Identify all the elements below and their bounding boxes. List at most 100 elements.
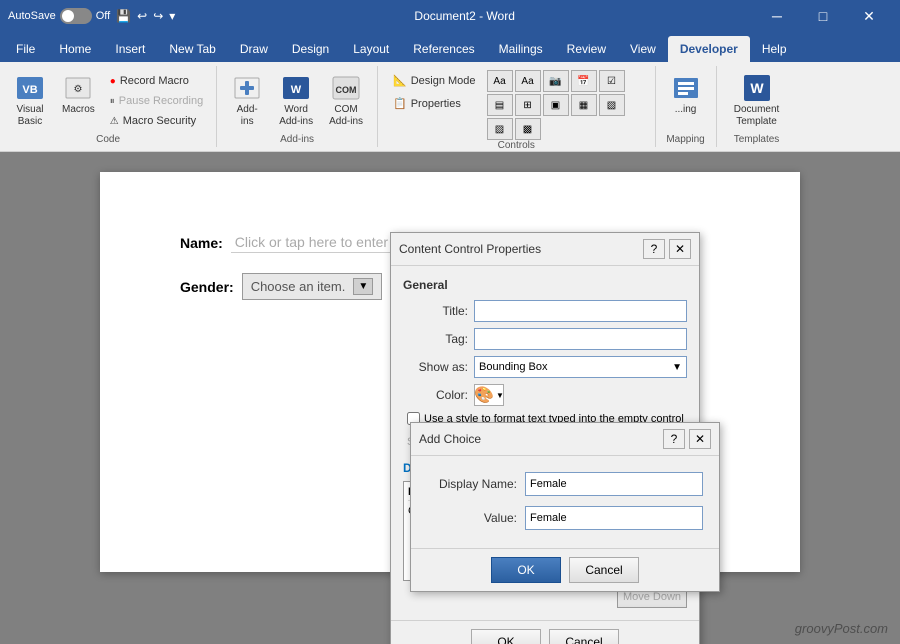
svg-text:COM: COM <box>336 85 357 95</box>
display-name-input[interactable] <box>525 472 703 496</box>
toggle-knob <box>62 10 74 22</box>
watermark: groovyPost.com <box>795 621 888 636</box>
undo-icon[interactable]: ↩ <box>137 9 147 23</box>
design-mode-button[interactable]: 📐 Design Mode <box>386 70 483 91</box>
show-as-arrow: ▼ <box>672 362 682 373</box>
pause-recording-button[interactable]: ⏸ Pause Recording <box>105 92 208 110</box>
color-picker-button[interactable]: 🎨 ▼ <box>474 384 504 406</box>
com-addins-icon: COM <box>330 72 362 104</box>
tab-developer[interactable]: Developer <box>668 36 750 62</box>
title-field-input[interactable] <box>474 300 687 322</box>
macro-options: ● Record Macro ⏸ Pause Recording ⚠ Macro… <box>105 68 208 130</box>
ccp-close-button[interactable]: ✕ <box>669 239 691 259</box>
value-input[interactable] <box>525 506 703 530</box>
tab-view[interactable]: View <box>618 36 668 62</box>
control-btn-10[interactable]: ▧ <box>599 94 625 116</box>
redo-icon[interactable]: ↪ <box>153 9 163 23</box>
control-btn-9[interactable]: ▦ <box>571 94 597 116</box>
value-row: Value: <box>427 506 703 530</box>
control-btn-2[interactable]: Aa <box>515 70 541 92</box>
pause-icon: ⏸ <box>110 96 115 107</box>
com-addins-label: COMAdd-ins <box>329 104 363 128</box>
show-as-select[interactable]: Bounding Box ▼ <box>474 356 687 378</box>
properties-label: Properties <box>411 98 461 110</box>
ccp-ok-button[interactable]: OK <box>471 629 541 644</box>
general-section-label: General <box>403 278 687 292</box>
mapping-content: ...ing <box>664 66 708 134</box>
com-addins-button[interactable]: COM COMAdd-ins <box>323 68 369 132</box>
title-row: Title: <box>403 300 687 322</box>
autosave-toggle[interactable] <box>60 8 92 24</box>
pause-recording-label: Pause Recording <box>119 95 203 107</box>
tab-draw[interactable]: Draw <box>228 36 280 62</box>
mapping-button[interactable]: ...ing <box>664 68 708 120</box>
ac-close-button[interactable]: ✕ <box>689 429 711 449</box>
visual-basic-icon: VB <box>14 72 46 104</box>
code-group-label: Code <box>96 134 120 147</box>
mapping-icon <box>670 72 702 104</box>
record-macro-button[interactable]: ● Record Macro <box>105 72 208 90</box>
control-btn-12[interactable]: ▩ <box>515 118 541 140</box>
tab-new-tab[interactable]: New Tab <box>157 36 227 62</box>
tab-help[interactable]: Help <box>750 36 799 62</box>
tab-references[interactable]: References <box>401 36 486 62</box>
customize-icon[interactable]: ▾ <box>169 9 175 23</box>
tab-mailings[interactable]: Mailings <box>487 36 555 62</box>
properties-button[interactable]: 📋 Properties <box>386 93 483 114</box>
addins-button[interactable]: Add-ins <box>225 68 269 132</box>
control-btn-8[interactable]: ▣ <box>543 94 569 116</box>
value-label: Value: <box>427 511 517 525</box>
color-row: Color: 🎨 ▼ <box>403 384 687 406</box>
ccp-dialog-footer: OK Cancel <box>391 620 699 644</box>
macro-security-label: Macro Security <box>123 115 196 127</box>
visual-basic-button[interactable]: VB VisualBasic <box>8 68 52 132</box>
word-addins-button[interactable]: W WordAdd-ins <box>273 68 319 132</box>
dropdown-arrow-btn[interactable]: ▼ <box>353 278 373 295</box>
addins-group-content: Add-ins W WordAdd-ins COM COMAdd-ins <box>225 66 369 134</box>
macro-security-button[interactable]: ⚠ Macro Security <box>105 112 208 130</box>
control-btn-4[interactable]: 📅 <box>571 70 597 92</box>
close-button[interactable]: ✕ <box>846 0 892 32</box>
ccp-cancel-button[interactable]: Cancel <box>549 629 619 644</box>
svg-text:W: W <box>291 84 302 96</box>
tab-file[interactable]: File <box>4 36 47 62</box>
ribbon-group-mapping: ...ing Mapping <box>656 66 717 147</box>
document-template-button[interactable]: W DocumentTemplate <box>728 68 786 132</box>
design-mode-icon: 📐 <box>393 74 407 87</box>
tab-review[interactable]: Review <box>555 36 618 62</box>
ac-dialog-body: Display Name: Value: <box>411 456 719 548</box>
gender-dropdown[interactable]: Choose an item. ▼ <box>242 273 383 300</box>
ac-cancel-button[interactable]: Cancel <box>569 557 639 583</box>
ccp-help-button[interactable]: ? <box>643 239 665 259</box>
minimize-button[interactable]: ─ <box>754 0 800 32</box>
tab-insert[interactable]: Insert <box>103 36 157 62</box>
ribbon-group-controls: 📐 Design Mode 📋 Properties Aa Aa 📷 📅 ☑ ▤… <box>378 66 656 147</box>
control-btn-3[interactable]: 📷 <box>543 70 569 92</box>
ac-help-button[interactable]: ? <box>663 429 685 449</box>
macros-button[interactable]: ⚙ Macros <box>56 68 101 119</box>
ac-ok-button[interactable]: OK <box>491 557 561 583</box>
title-field-label: Title: <box>403 304 468 318</box>
name-input-placeholder[interactable]: Click or tap here to enter t... <box>231 232 412 253</box>
control-btn-5[interactable]: ☑ <box>599 70 625 92</box>
control-btn-7[interactable]: ⊞ <box>515 94 541 116</box>
document-template-icon: W <box>741 72 773 104</box>
svg-text:⚙: ⚙ <box>74 84 83 95</box>
control-btn-6[interactable]: ▤ <box>487 94 513 116</box>
tab-layout[interactable]: Layout <box>341 36 401 62</box>
color-dropdown-arrow: ▼ <box>496 391 504 400</box>
tab-design[interactable]: Design <box>280 36 341 62</box>
tag-field-input[interactable] <box>474 328 687 350</box>
addins-icon <box>231 72 263 104</box>
ccp-dialog-title: Content Control Properties <box>399 242 541 256</box>
display-name-row: Display Name: <box>427 472 703 496</box>
restore-button[interactable]: □ <box>800 0 846 32</box>
control-btn-11[interactable]: ▨ <box>487 118 513 140</box>
tag-row: Tag: <box>403 328 687 350</box>
ribbon-content: VB VisualBasic ⚙ Macros ● Record Macro ⏸… <box>0 62 900 152</box>
title-bar-left: AutoSave Off 💾 ↩ ↪ ▾ <box>8 8 175 24</box>
control-btn-1[interactable]: Aa <box>487 70 513 92</box>
window-controls: ─ □ ✕ <box>754 0 892 32</box>
tab-home[interactable]: Home <box>47 36 103 62</box>
save-icon[interactable]: 💾 <box>116 9 131 23</box>
